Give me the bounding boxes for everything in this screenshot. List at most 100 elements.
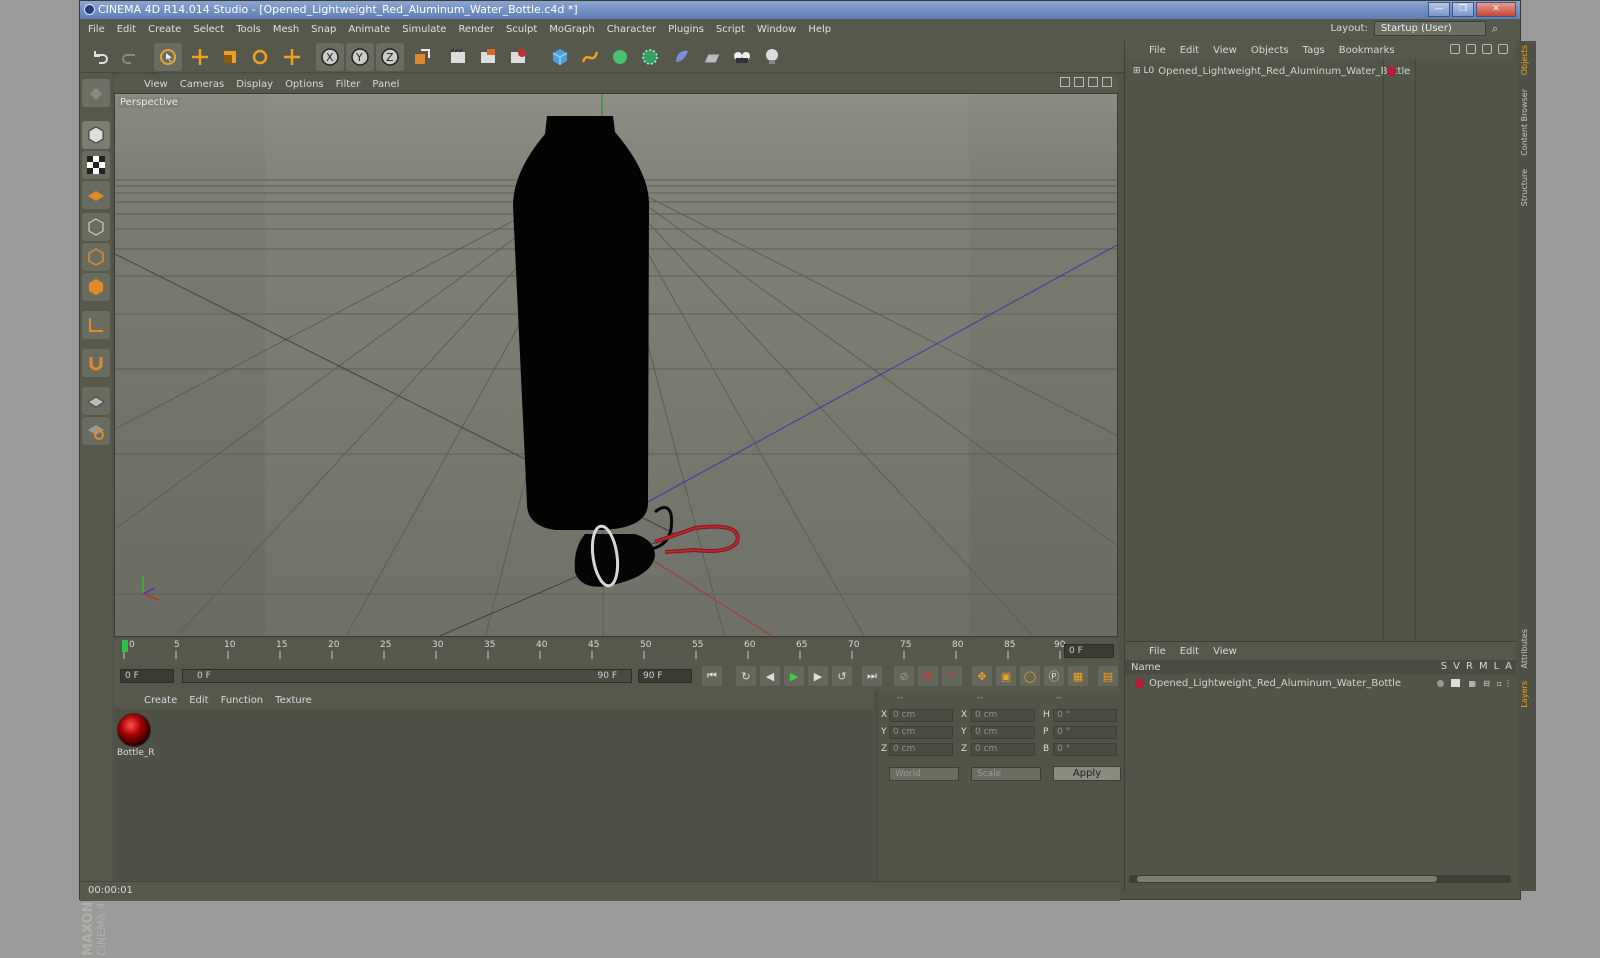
size-x-field[interactable]: 0 cm: [971, 709, 1035, 722]
visibility-dots-icon[interactable]: ⋮: [1401, 67, 1409, 76]
size-mode-select[interactable]: Scale: [971, 767, 1041, 781]
loop-button[interactable]: ↻: [736, 666, 756, 686]
home-icon[interactable]: [1466, 44, 1476, 54]
apply-button[interactable]: Apply: [1053, 766, 1121, 781]
manager-column-header[interactable]: M: [1479, 661, 1488, 672]
edges-mode-button[interactable]: [82, 243, 110, 271]
pos-x-field[interactable]: 0 cm: [889, 709, 953, 722]
workplane-mode-button[interactable]: [82, 181, 110, 209]
search-icon[interactable]: ⌕: [1492, 22, 1498, 36]
magnet-button[interactable]: [82, 349, 110, 377]
maximize-view-icon[interactable]: [1102, 77, 1112, 87]
layer-menu-edit[interactable]: Edit: [1180, 646, 1199, 657]
tab-attributes[interactable]: Attributes: [1520, 629, 1534, 669]
menu-script[interactable]: Script: [716, 24, 745, 35]
playhead-marker[interactable]: [122, 640, 128, 652]
menu-simulate[interactable]: Simulate: [402, 24, 446, 35]
floor-button[interactable]: [698, 43, 726, 71]
picture-viewer-button[interactable]: [474, 43, 502, 71]
layer-render-icon[interactable]: ▦: [1468, 679, 1476, 688]
timeline-ruler[interactable]: 0 5 10 15 20 25 30 35 40 45 50 55 60 65 …: [114, 639, 1118, 661]
frame-range-slider[interactable]: 0 F 90 F: [182, 669, 632, 683]
pos-y-field[interactable]: 0 cm: [889, 726, 953, 739]
autokey-button[interactable]: ?: [942, 666, 962, 686]
coordinate-space-select[interactable]: World: [889, 767, 959, 781]
x-axis-button[interactable]: X: [316, 43, 344, 71]
obj-menu-edit[interactable]: Edit: [1180, 45, 1199, 56]
tab-structure[interactable]: Structure: [1520, 169, 1534, 206]
camera-button[interactable]: [728, 43, 756, 71]
previous-frame-button[interactable]: ◀: [760, 666, 780, 686]
layer-anim-icon[interactable]: ⋮: [1504, 679, 1512, 688]
tab-layers[interactable]: Layers: [1520, 681, 1534, 707]
menu-edit[interactable]: Edit: [117, 24, 136, 35]
spline-button[interactable]: [576, 43, 604, 71]
next-frame-button[interactable]: ▶: [808, 666, 828, 686]
menu-animate[interactable]: Animate: [348, 24, 390, 35]
vp-menu-options[interactable]: Options: [285, 79, 324, 90]
transform-button[interactable]: [278, 43, 306, 71]
perspective-viewport[interactable]: Perspective: [114, 93, 1118, 637]
polygons-mode-button[interactable]: [82, 273, 110, 301]
current-frame-field[interactable]: 0 F: [1064, 644, 1114, 658]
model-mode-button[interactable]: [82, 121, 110, 149]
nurbs-button[interactable]: [606, 43, 634, 71]
key-param-button[interactable]: Ⓟ: [1044, 666, 1064, 686]
menu-tools[interactable]: Tools: [236, 24, 261, 35]
rot-b-field[interactable]: 0 °: [1053, 743, 1117, 756]
go-to-start-button[interactable]: ⏮: [702, 666, 722, 686]
snap-grid-button[interactable]: [82, 387, 110, 415]
layer-menu-view[interactable]: View: [1213, 646, 1237, 657]
menu-file[interactable]: File: [88, 24, 105, 35]
menu-sculpt[interactable]: Sculpt: [506, 24, 537, 35]
tab-content-browser[interactable]: Content Browser: [1520, 89, 1534, 156]
live-select-button[interactable]: [154, 43, 182, 71]
render-view-button[interactable]: [444, 43, 472, 71]
pan-icon[interactable]: [1060, 77, 1070, 87]
minimize-button[interactable]: —: [1428, 2, 1450, 17]
menu-snap[interactable]: Snap: [311, 24, 336, 35]
layer-manager-icon[interactable]: ⊟: [1483, 679, 1490, 688]
scale-button[interactable]: [216, 43, 244, 71]
size-z-field[interactable]: 0 cm: [971, 743, 1035, 756]
coordinate-system-button[interactable]: [408, 43, 436, 71]
obj-menu-tags[interactable]: Tags: [1303, 45, 1325, 56]
vp-menu-display[interactable]: Display: [236, 79, 273, 90]
vp-menu-panel[interactable]: Panel: [372, 79, 399, 90]
pos-z-field[interactable]: 0 cm: [889, 743, 953, 756]
horizontal-scrollbar[interactable]: [1129, 875, 1511, 883]
locked-column-header[interactable]: L: [1494, 661, 1500, 672]
move-button[interactable]: [186, 43, 214, 71]
points-mode-button[interactable]: [82, 213, 110, 241]
layer-menu-file[interactable]: File: [1149, 646, 1166, 657]
z-axis-button[interactable]: Z: [376, 43, 404, 71]
layer-color-swatch[interactable]: [1135, 678, 1144, 688]
view-column-header[interactable]: V: [1453, 661, 1460, 672]
object-row[interactable]: ⊞ L0 Opened_Lightweight_Red_Aluminum_Wat…: [1125, 63, 1516, 79]
locked-workplane-button[interactable]: [82, 417, 110, 445]
scrollbar-thumb[interactable]: [1137, 876, 1437, 882]
play-button[interactable]: ▶: [784, 666, 804, 686]
new-window-icon[interactable]: [1498, 44, 1508, 54]
vp-menu-filter[interactable]: Filter: [336, 79, 361, 90]
menu-help[interactable]: Help: [808, 24, 831, 35]
animation-column-header[interactable]: A: [1505, 661, 1512, 672]
start-frame-field[interactable]: 0 F: [120, 669, 174, 683]
render-settings-button[interactable]: [504, 43, 532, 71]
menu-create[interactable]: Create: [148, 24, 181, 35]
menu-select[interactable]: Select: [193, 24, 224, 35]
size-y-field[interactable]: 0 cm: [971, 726, 1035, 739]
mat-menu-create[interactable]: Create: [144, 695, 177, 706]
menu-window[interactable]: Window: [757, 24, 796, 35]
close-button[interactable]: ✕: [1476, 2, 1516, 17]
obj-menu-bookmarks[interactable]: Bookmarks: [1339, 45, 1395, 56]
record-button[interactable]: ⏺: [918, 666, 938, 686]
layer-row[interactable]: Opened_Lightweight_Red_Aluminum_Water_Bo…: [1125, 675, 1516, 691]
rot-h-field[interactable]: 0 °: [1053, 709, 1117, 722]
layer-lock-icon[interactable]: ▫: [1497, 679, 1502, 688]
end-frame-field[interactable]: 90 F: [638, 669, 692, 683]
orbit-icon[interactable]: [1088, 77, 1098, 87]
key-scale-button[interactable]: ▣: [996, 666, 1016, 686]
link-icon[interactable]: [1482, 44, 1492, 54]
dolly-icon[interactable]: [1074, 77, 1084, 87]
